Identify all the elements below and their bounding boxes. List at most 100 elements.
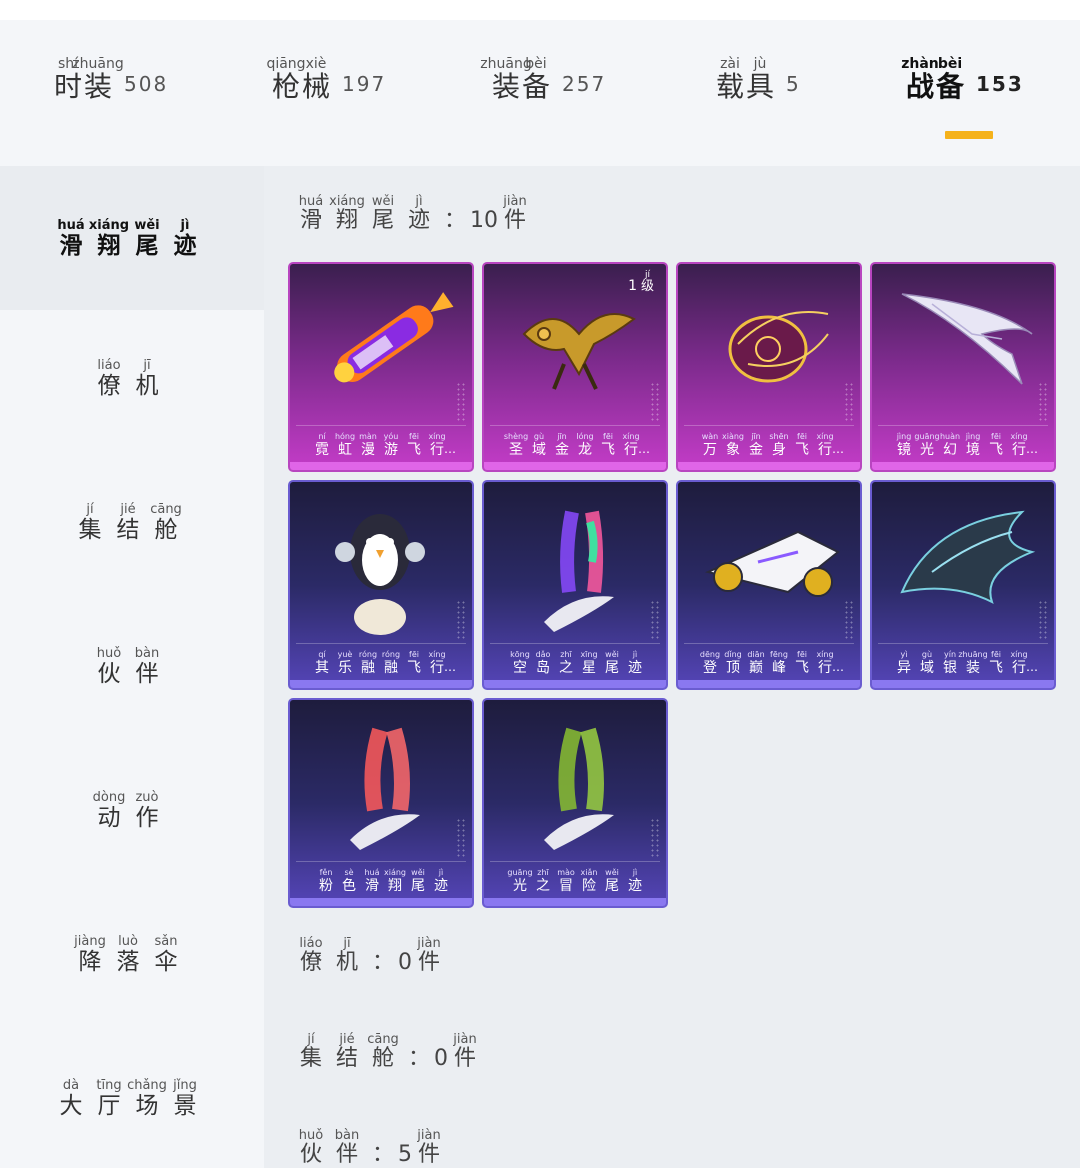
ruby-char: jī 机 bbox=[132, 358, 162, 399]
item-name: fěn 粉 sè 色 huá 滑 xiáng 翔 wěi 尾 jì 迹 bbox=[298, 868, 468, 894]
section-header: liáo 僚 jī 机： 0 jiàn 件 bbox=[296, 936, 450, 975]
ruby-char: guāng 光 bbox=[914, 432, 939, 458]
pinyin: yóu bbox=[383, 432, 399, 441]
pinyin: fēng bbox=[770, 650, 788, 659]
hanzi: 集 bbox=[78, 517, 102, 543]
pink-smoke-icon bbox=[350, 727, 420, 850]
ruby-char: jīn 金 bbox=[550, 432, 574, 458]
tab-count: 197 bbox=[342, 72, 387, 96]
hanzi: 落 bbox=[116, 949, 140, 975]
hanzi: 伙 bbox=[97, 661, 121, 687]
ruby-char: jiàng 降 bbox=[74, 934, 106, 975]
ruby-char: kōng 空 bbox=[508, 650, 532, 676]
sidebar-item-5[interactable]: jiàng 降 luò 落 sǎn 伞 bbox=[0, 934, 264, 975]
ruby-char: shēn 身 bbox=[767, 432, 791, 458]
pinyin: wěi bbox=[411, 868, 425, 877]
pinyin: xiáng bbox=[383, 868, 406, 877]
rarity-band bbox=[872, 462, 1054, 470]
pinyin: huá bbox=[57, 217, 85, 233]
item-card[interactable]: shèng 圣 gù 域 jīn 金 lóng 龙 fēi 飞 xíng 行… 1 jí 级 bbox=[482, 262, 668, 472]
hanzi: 战 bbox=[905, 70, 934, 103]
card-divider bbox=[684, 425, 854, 426]
item-card[interactable]: ní 霓 hóng 虹 màn 漫 yóu 游 fēi 飞 xíng 行… bbox=[288, 262, 474, 472]
card-divider bbox=[296, 425, 466, 426]
sidebar-item-6[interactable]: dà 大 tīng 厅 chǎng 场 jǐng 景 bbox=[0, 1078, 264, 1119]
sidebar-item-3[interactable]: huǒ 伙 bàn 伴 bbox=[0, 646, 264, 687]
section-count: 5 bbox=[398, 1142, 413, 1167]
ruby-char: cāng 舱 bbox=[150, 502, 182, 543]
ruby-char: xiè 械 bbox=[298, 56, 334, 102]
tab-3[interactable]: zài 载 jù 具 5 bbox=[712, 56, 801, 102]
pinyin: fēi bbox=[991, 432, 1001, 441]
tab-2[interactable]: zhuāng 装 bèi 备 257 bbox=[480, 56, 606, 102]
pinyin: róng bbox=[381, 650, 401, 659]
pinyin: jī bbox=[343, 936, 351, 951]
hanzi: 迹 bbox=[407, 208, 430, 233]
pinyin: huá bbox=[298, 194, 324, 209]
item-name: dēng 登 dǐng 顶 diān 巅 fēng 峰 fēi 飞 xíng 行… bbox=[686, 650, 856, 676]
card-divider bbox=[684, 643, 854, 644]
ruby-char: dà 大 bbox=[56, 1078, 86, 1119]
hanzi: 翔 bbox=[335, 208, 358, 233]
pinyin: lóng bbox=[576, 432, 594, 441]
hanzi: 象 bbox=[726, 442, 740, 458]
item-card[interactable]: fěn 粉 sè 色 huá 滑 xiáng 翔 wěi 尾 jì 迹 bbox=[288, 698, 474, 908]
ruby-char: chǎng 场 bbox=[127, 1078, 167, 1119]
hanzi: 厅 bbox=[97, 1093, 121, 1119]
card-divider bbox=[490, 861, 660, 862]
tab-count: 153 bbox=[976, 72, 1024, 96]
ruby-char: jì 迹 bbox=[623, 650, 647, 676]
item-name: ní 霓 hóng 虹 màn 漫 yóu 游 fēi 飞 xíng 行… bbox=[298, 432, 468, 458]
ruby-char: sǎn 伞 bbox=[151, 934, 181, 975]
pinyin: jí bbox=[86, 502, 94, 517]
pinyin: gù bbox=[533, 432, 545, 441]
decor-dots bbox=[650, 382, 660, 422]
ruby-char: jiàn 件 bbox=[450, 1032, 480, 1071]
rarity-band bbox=[290, 680, 472, 688]
item-card[interactable]: yì 异 gù 域 yín 银 zhuāng 装 fēi 飞 xíng 行… bbox=[870, 480, 1056, 690]
ellipsis: … bbox=[832, 660, 844, 674]
ruby-char: dēng 登 bbox=[698, 650, 722, 676]
rarity-band bbox=[484, 898, 666, 906]
tab-4[interactable]: zhàn 战 bèi 备 153 bbox=[901, 56, 1024, 103]
ruby-char: jǐng 景 bbox=[170, 1078, 200, 1119]
item-name: shèng 圣 gù 域 jīn 金 lóng 龙 fēi 飞 xíng 行… bbox=[492, 432, 662, 458]
ruby-char: dǐng 顶 bbox=[721, 650, 745, 676]
ruby-char: fēng 峰 bbox=[767, 650, 791, 676]
tab-0[interactable]: shí 时 zhuāng 装 508 bbox=[50, 56, 168, 102]
ellipsis: … bbox=[1026, 442, 1038, 456]
hanzi: 机 bbox=[135, 373, 159, 399]
hanzi: 色 bbox=[342, 878, 356, 894]
ruby-char: jí 集 bbox=[75, 502, 105, 543]
item-card[interactable]: qí 其 yuè 乐 róng 融 róng 融 fēi 飞 xíng 行… bbox=[288, 480, 474, 690]
ruby-char: sè 色 bbox=[337, 868, 361, 894]
tab-count: 508 bbox=[124, 72, 169, 96]
hanzi: 舱 bbox=[154, 517, 178, 543]
ruby-char: fēi 飞 bbox=[790, 432, 814, 458]
dark-wing-icon bbox=[900, 510, 1036, 604]
hanzi: 游 bbox=[384, 442, 398, 458]
item-card[interactable]: guāng 光 zhī 之 mào 冒 xiǎn 险 wěi 尾 jì 迹 bbox=[482, 698, 668, 908]
sidebar-item-1[interactable]: liáo 僚 jī 机 bbox=[0, 358, 264, 399]
item-card[interactable]: kōng 空 dǎo 岛 zhī 之 xīng 星 wěi 尾 jì 迹 bbox=[482, 480, 668, 690]
pinyin: cāng bbox=[150, 502, 182, 517]
sidebar-item-4[interactable]: dòng 动 zuò 作 bbox=[0, 790, 264, 831]
item-card[interactable]: jìng 镜 guāng 光 huàn 幻 jìng 境 fēi 飞 xíng 行… bbox=[870, 262, 1056, 472]
pinyin: xiáng bbox=[88, 217, 130, 233]
hanzi: 万 bbox=[703, 442, 717, 458]
pinyin: huá bbox=[364, 868, 380, 877]
decor-dots bbox=[650, 600, 660, 640]
ruby-char: wěi 尾 bbox=[132, 218, 162, 259]
tab-1[interactable]: qiāng 枪 xiè 械 197 bbox=[266, 56, 387, 102]
pinyin: wěi bbox=[605, 868, 619, 877]
hanzi: 异 bbox=[897, 660, 911, 676]
sidebar-item-2[interactable]: jí 集 jié 结 cāng 舱 bbox=[0, 502, 264, 543]
item-card[interactable]: wàn 万 xiàng 象 jīn 金 shēn 身 fēi 飞 xíng 行… bbox=[676, 262, 862, 472]
pinyin: fēi bbox=[991, 650, 1001, 659]
hanzi: 伞 bbox=[154, 949, 178, 975]
pinyin: jīn bbox=[751, 432, 761, 441]
hanzi: 集 bbox=[299, 1046, 322, 1071]
item-card[interactable]: dēng 登 dǐng 顶 diān 巅 fēng 峰 fēi 飞 xíng 行… bbox=[676, 480, 862, 690]
pinyin: gù bbox=[921, 650, 933, 659]
sidebar-item-0[interactable]: huá 滑 xiáng 翔 wěi 尾 jì 迹 bbox=[0, 166, 264, 310]
